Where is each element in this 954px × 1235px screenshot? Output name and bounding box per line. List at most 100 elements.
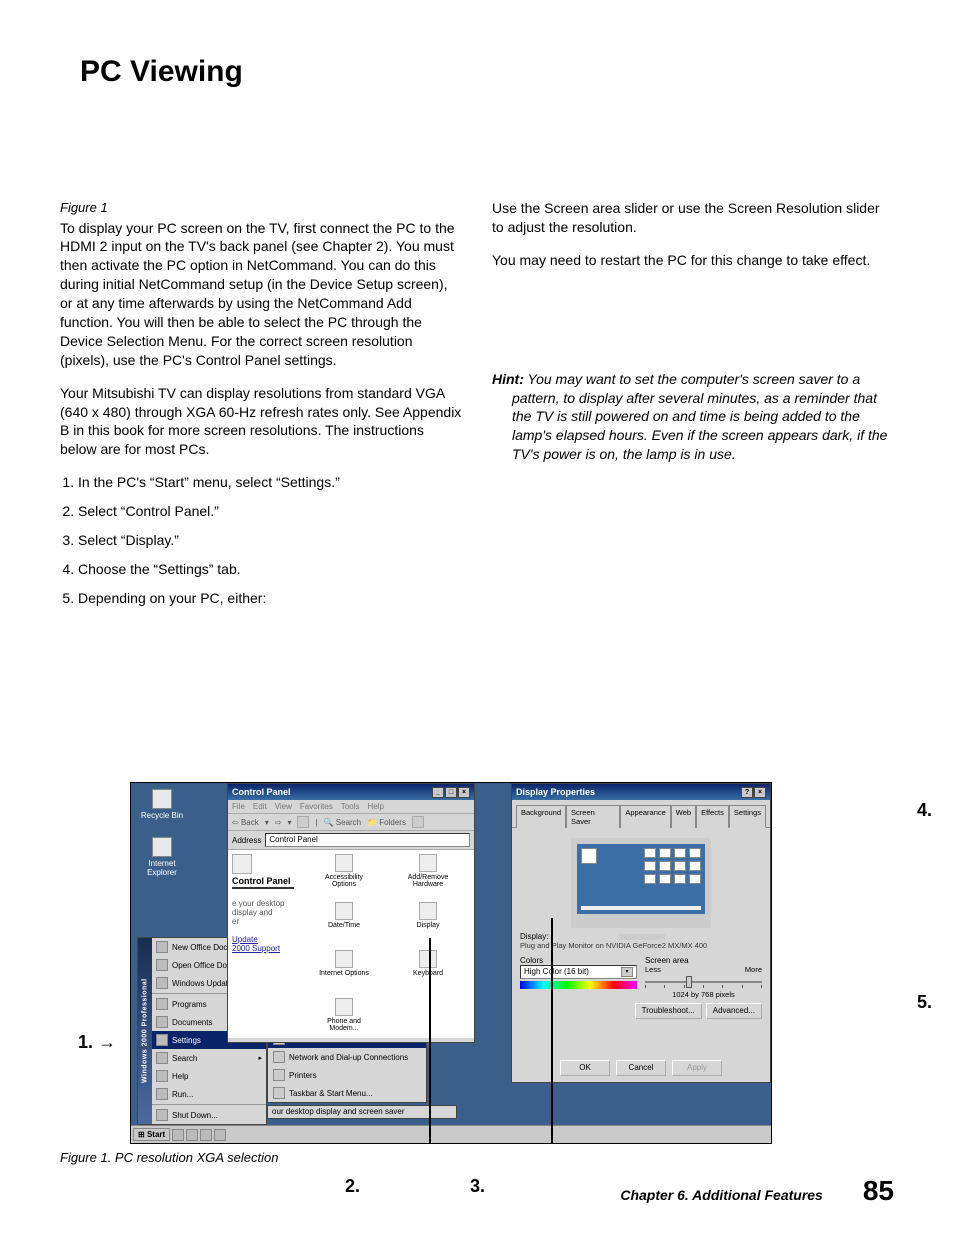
tab-web[interactable]: Web	[671, 805, 696, 828]
cp-icon-keyboard[interactable]: Keyboard	[399, 950, 457, 998]
display-properties-window[interactable]: Display Properties ? × Background Screen…	[511, 783, 771, 1083]
ie-icon	[152, 837, 172, 857]
sm-item-shutdown[interactable]: Shut Down...	[152, 1106, 266, 1124]
sm-item-search[interactable]: Search▸	[152, 1049, 266, 1067]
taskbar[interactable]: ⊞ Start	[131, 1125, 771, 1143]
close-button[interactable]: ×	[458, 787, 470, 798]
page-number: 85	[863, 1175, 894, 1207]
desktop-icon-label: Recycle Bin	[137, 811, 187, 820]
figure-caption: Figure 1. PC resolution XGA selection	[60, 1150, 894, 1165]
cancel-button[interactable]: Cancel	[616, 1060, 666, 1076]
fly-item-taskbar[interactable]: Taskbar & Start Menu...	[268, 1084, 426, 1102]
history-button[interactable]	[412, 816, 424, 828]
back-button[interactable]: ⇦ Back	[232, 818, 259, 827]
callout-1: 1. →	[78, 1032, 116, 1053]
menu-view[interactable]: View	[275, 802, 292, 811]
menu-file[interactable]: File	[232, 802, 245, 811]
document-open-icon	[156, 959, 168, 971]
phone-icon	[335, 998, 353, 1016]
dp-titlebar[interactable]: Display Properties ? ×	[512, 784, 770, 800]
apply-button[interactable]: Apply	[672, 1060, 722, 1076]
tab-screensaver[interactable]: Screen Saver	[566, 805, 620, 828]
resolution-value: 1024 by 768 pixels	[645, 990, 762, 999]
chevron-right-icon: ▸	[258, 1054, 262, 1062]
tab-background[interactable]: Background	[516, 805, 566, 828]
cp-icon-phone[interactable]: Phone and Modem...	[315, 998, 373, 1046]
cp-icon-grid: Accessibility Options Add/Remove Hardwar…	[298, 850, 474, 1038]
cp-link-update[interactable]: Update	[232, 935, 294, 944]
cp-icon-datetime[interactable]: Date/Time	[315, 902, 373, 950]
callout-line-2	[429, 938, 431, 1144]
globe-arrow-icon	[156, 977, 168, 989]
network-icon	[273, 1051, 285, 1063]
callout-4: 4.	[917, 800, 932, 821]
control-panel-window[interactable]: Control Panel _ □ × File Edit View Favor…	[227, 783, 475, 1043]
menu-tools[interactable]: Tools	[341, 802, 360, 811]
folders-button[interactable]: 📁 Folders	[367, 818, 406, 827]
hint-body: You may want to set the computer's scree…	[512, 371, 887, 463]
dp-tabs[interactable]: Background Screen Saver Appearance Web E…	[512, 800, 770, 828]
up-button[interactable]	[297, 816, 309, 828]
quicklaunch-icon-4[interactable]	[214, 1129, 226, 1141]
menu-edit[interactable]: Edit	[253, 802, 267, 811]
desktop-icon-ie[interactable]: Internet Explorer	[137, 837, 187, 877]
chevron-down-icon[interactable]: ▾	[621, 967, 633, 977]
cp-toolbar[interactable]: ⇦ Back ▾ ⇨ ▾ | 🔍 Search 📁 Folders	[228, 814, 474, 831]
more-label: More	[745, 965, 762, 974]
fly-item-printers[interactable]: Printers	[268, 1066, 426, 1084]
gear-icon	[156, 1034, 168, 1046]
troubleshoot-button[interactable]: Troubleshoot...	[635, 1003, 702, 1019]
cp-link-support[interactable]: 2000 Support	[232, 944, 294, 953]
menu-favorites[interactable]: Favorites	[300, 802, 333, 811]
cp-titlebar[interactable]: Control Panel _ □ ×	[228, 784, 474, 800]
dp-title: Display Properties	[516, 787, 595, 797]
advanced-button[interactable]: Advanced...	[706, 1003, 762, 1019]
resolution-slider[interactable]	[645, 976, 762, 988]
cp-menubar[interactable]: File Edit View Favorites Tools Help	[228, 800, 474, 814]
hint-label: Hint:	[492, 371, 524, 387]
monitor-icon	[419, 902, 437, 920]
minimize-button[interactable]: _	[432, 787, 444, 798]
address-label: Address	[232, 836, 261, 845]
restart-paragraph: You may need to restart the PC for this …	[492, 251, 894, 270]
cp-icon-display[interactable]: Display	[399, 902, 457, 950]
tab-appearance[interactable]: Appearance	[620, 805, 670, 828]
forward-button[interactable]: ⇨	[275, 818, 282, 827]
maximize-button[interactable]: □	[445, 787, 457, 798]
menu-help[interactable]: Help	[367, 802, 383, 811]
step-2: Select “Control Panel.”	[78, 502, 462, 521]
close-button[interactable]: ×	[754, 787, 766, 798]
programs-icon	[156, 998, 168, 1010]
tab-effects[interactable]: Effects	[696, 805, 729, 828]
two-column-layout: Figure 1 To display your PC screen on th…	[60, 199, 894, 618]
preview-window-grid	[644, 848, 701, 884]
sm-item-help[interactable]: Help	[152, 1067, 266, 1085]
document-plus-icon	[156, 941, 168, 953]
accessibility-icon	[335, 854, 353, 872]
colors-combo[interactable]: High Color (16 bit) ▾	[520, 965, 637, 979]
sm-item-run[interactable]: Run...	[152, 1085, 266, 1103]
screen-area-label: Screen area	[645, 956, 762, 965]
globe-icon	[335, 950, 353, 968]
start-button[interactable]: ⊞ Start	[133, 1128, 170, 1141]
help-button[interactable]: ?	[741, 787, 753, 798]
preview-doc-icon	[581, 848, 597, 864]
step-1: In the PC's “Start” menu, select “Settin…	[78, 473, 462, 492]
intro-paragraph-1: To display your PC screen on the TV, fir…	[60, 219, 462, 370]
ok-button[interactable]: OK	[560, 1060, 610, 1076]
cp-heading: Control Panel	[232, 876, 294, 889]
cp-icon-internet[interactable]: Internet Options	[315, 950, 373, 998]
address-combo[interactable]: Control Panel	[265, 833, 470, 847]
quicklaunch-icon-1[interactable]	[172, 1129, 184, 1141]
cp-icon-addremove[interactable]: Add/Remove Hardware	[399, 854, 457, 902]
quicklaunch-icon-2[interactable]	[186, 1129, 198, 1141]
search-button[interactable]: 🔍 Search	[324, 818, 362, 827]
desktop-icon-recycle-bin[interactable]: Recycle Bin	[137, 789, 187, 820]
cp-icon-accessibility[interactable]: Accessibility Options	[315, 854, 373, 902]
preview-taskbar	[581, 906, 701, 910]
quicklaunch-icon-3[interactable]	[200, 1129, 212, 1141]
tab-settings[interactable]: Settings	[729, 805, 766, 828]
screen-area-group: Screen area Less More 1024 by 768 pixels	[645, 956, 762, 999]
fly-item-network[interactable]: Network and Dial-up Connections	[268, 1048, 426, 1066]
cp-addressbar[interactable]: Address Control Panel	[228, 831, 474, 850]
